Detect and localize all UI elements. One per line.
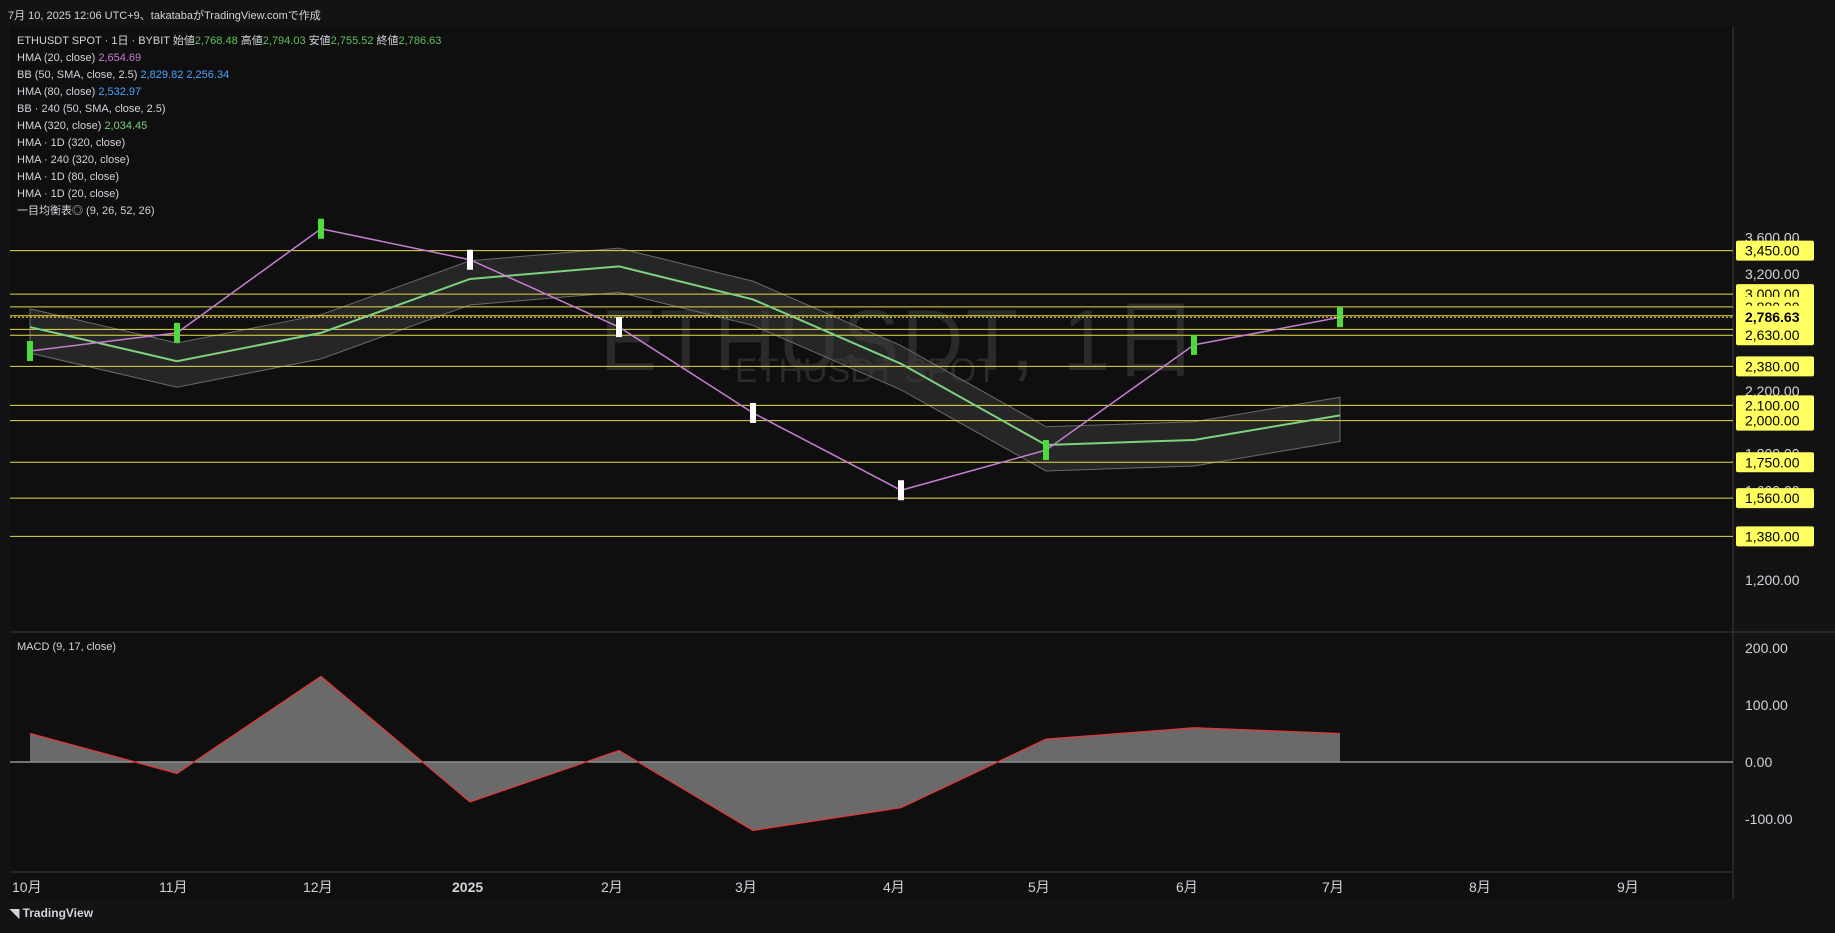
brand-text: TradingView <box>22 906 94 920</box>
ichimoku-cloud <box>29 247 1341 472</box>
time-tick-label: 6月 <box>1176 879 1198 895</box>
legend-indicator-row[interactable]: 一目均衡表◎ (9, 26, 52, 26) <box>17 203 441 220</box>
macd-tick-label: 100.00 <box>1745 697 1788 713</box>
tv-icon: ◥ <box>10 906 23 920</box>
legend-indicator-row[interactable]: HMA · 240 (320, close) <box>17 152 441 169</box>
time-tick-label: 7月 <box>1322 879 1344 895</box>
indicator-name: HMA (320, close) <box>17 120 102 132</box>
time-tick-label: 2025 <box>452 879 483 895</box>
price-candle <box>750 402 756 423</box>
indicator-value: 2,829.82 2,256.34 <box>140 69 230 81</box>
indicator-name: BB · 240 (50, SMA, close, 2.5) <box>17 103 166 115</box>
price-tick-label: 3,200.00 <box>1745 266 1800 282</box>
macd-tick-label: 0.00 <box>1745 754 1772 770</box>
level-badge-label: 3,450.00 <box>1745 243 1800 259</box>
time-tick-label: 5月 <box>1028 879 1050 895</box>
time-tick-label: 12月 <box>303 879 333 895</box>
indicator-name: HMA · 1D (80, close) <box>17 171 120 183</box>
level-badge-label: 1,380.00 <box>1745 528 1800 544</box>
time-tick-label: 10月 <box>12 879 42 895</box>
open-label: 始値 <box>172 35 195 47</box>
time-tick-label: 2月 <box>601 879 623 895</box>
price-candle <box>174 322 180 343</box>
time-tick-label: 4月 <box>883 879 905 895</box>
price-candle <box>467 249 473 270</box>
legend-indicator-row[interactable]: HMA (20, close) 2,654.69 <box>17 50 441 67</box>
price-candle <box>898 480 904 501</box>
close-value: 2,786.63 <box>398 35 442 47</box>
level-badge-label: 2,000.00 <box>1745 413 1800 429</box>
price-candle <box>318 218 324 239</box>
time-tick-label: 11月 <box>159 879 188 895</box>
legend-indicator-row[interactable]: HMA (80, close) 2,532.97 <box>17 84 441 101</box>
indicator-name: HMA · 1D (20, close) <box>17 188 120 200</box>
level-badge-label: 1,750.00 <box>1745 454 1800 470</box>
macd-tick-label: 200.00 <box>1745 640 1788 656</box>
price-candle <box>616 317 622 338</box>
indicator-name: HMA (20, close) <box>17 52 96 64</box>
high-value: 2,794.03 <box>262 35 306 47</box>
time-tick-label: 9月 <box>1617 879 1639 895</box>
indicator-name: HMA · 240 (320, close) <box>17 154 130 166</box>
legend-indicator-row[interactable]: HMA · 1D (20, close) <box>17 186 441 203</box>
indicator-name: HMA · 1D (320, close) <box>17 137 126 149</box>
legend-indicator-row[interactable]: HMA · 1D (80, close) <box>17 169 441 186</box>
indicator-value: 2,654.69 <box>98 52 142 64</box>
indicator-value: 2,034.45 <box>104 120 148 132</box>
legend-title-row: ETHUSDT SPOT · 1日 · BYBIT 始値2,768.48 高値2… <box>17 33 441 50</box>
legend: ETHUSDT SPOT · 1日 · BYBIT 始値2,768.48 高値2… <box>17 33 441 220</box>
low-value: 2,755.52 <box>330 35 374 47</box>
high-label: 高値 <box>240 35 263 47</box>
macd-area <box>30 676 1340 831</box>
legend-indicator-row[interactable]: HMA (320, close) 2,034.45 <box>17 118 441 135</box>
price-candle <box>1191 334 1197 355</box>
price-candle <box>1043 440 1049 461</box>
low-label: 安値 <box>308 35 331 47</box>
indicator-value: 2,532.97 <box>98 86 142 98</box>
price-candle <box>27 341 33 362</box>
level-badge-label: 2,380.00 <box>1745 358 1800 374</box>
time-tick-label: 8月 <box>1469 879 1491 895</box>
tradingview-logo[interactable]: ◥ TradingView <box>10 906 93 920</box>
legend-indicator-row[interactable]: HMA · 1D (320, close) <box>17 135 441 152</box>
open-value: 2,768.48 <box>194 35 238 47</box>
last-price-label: 2,786.63 <box>1745 309 1800 325</box>
footer <box>0 898 1835 933</box>
price-tick-label: 1,200.00 <box>1745 572 1800 588</box>
time-tick-label: 3月 <box>735 879 757 895</box>
legend-indicator-row[interactable]: BB (50, SMA, close, 2.5) 2,829.82 2,256.… <box>17 67 441 84</box>
close-label: 終値 <box>376 35 399 47</box>
legend-title: ETHUSDT SPOT · 1日 · BYBIT <box>17 35 170 47</box>
indicator-name: 一目均衡表◎ (9, 26, 52, 26) <box>17 205 155 217</box>
indicator-name: BB (50, SMA, close, 2.5) <box>17 69 138 81</box>
level-badge-label: 2,630.00 <box>1745 327 1800 343</box>
macd-tick-label: -100.00 <box>1745 811 1793 827</box>
legend-indicator-row[interactable]: BB · 240 (50, SMA, close, 2.5) <box>17 101 441 118</box>
level-badge-label: 1,560.00 <box>1745 490 1800 506</box>
indicator-name: HMA (80, close) <box>17 86 96 98</box>
macd-label: MACD (9, 17, close) <box>17 641 117 653</box>
